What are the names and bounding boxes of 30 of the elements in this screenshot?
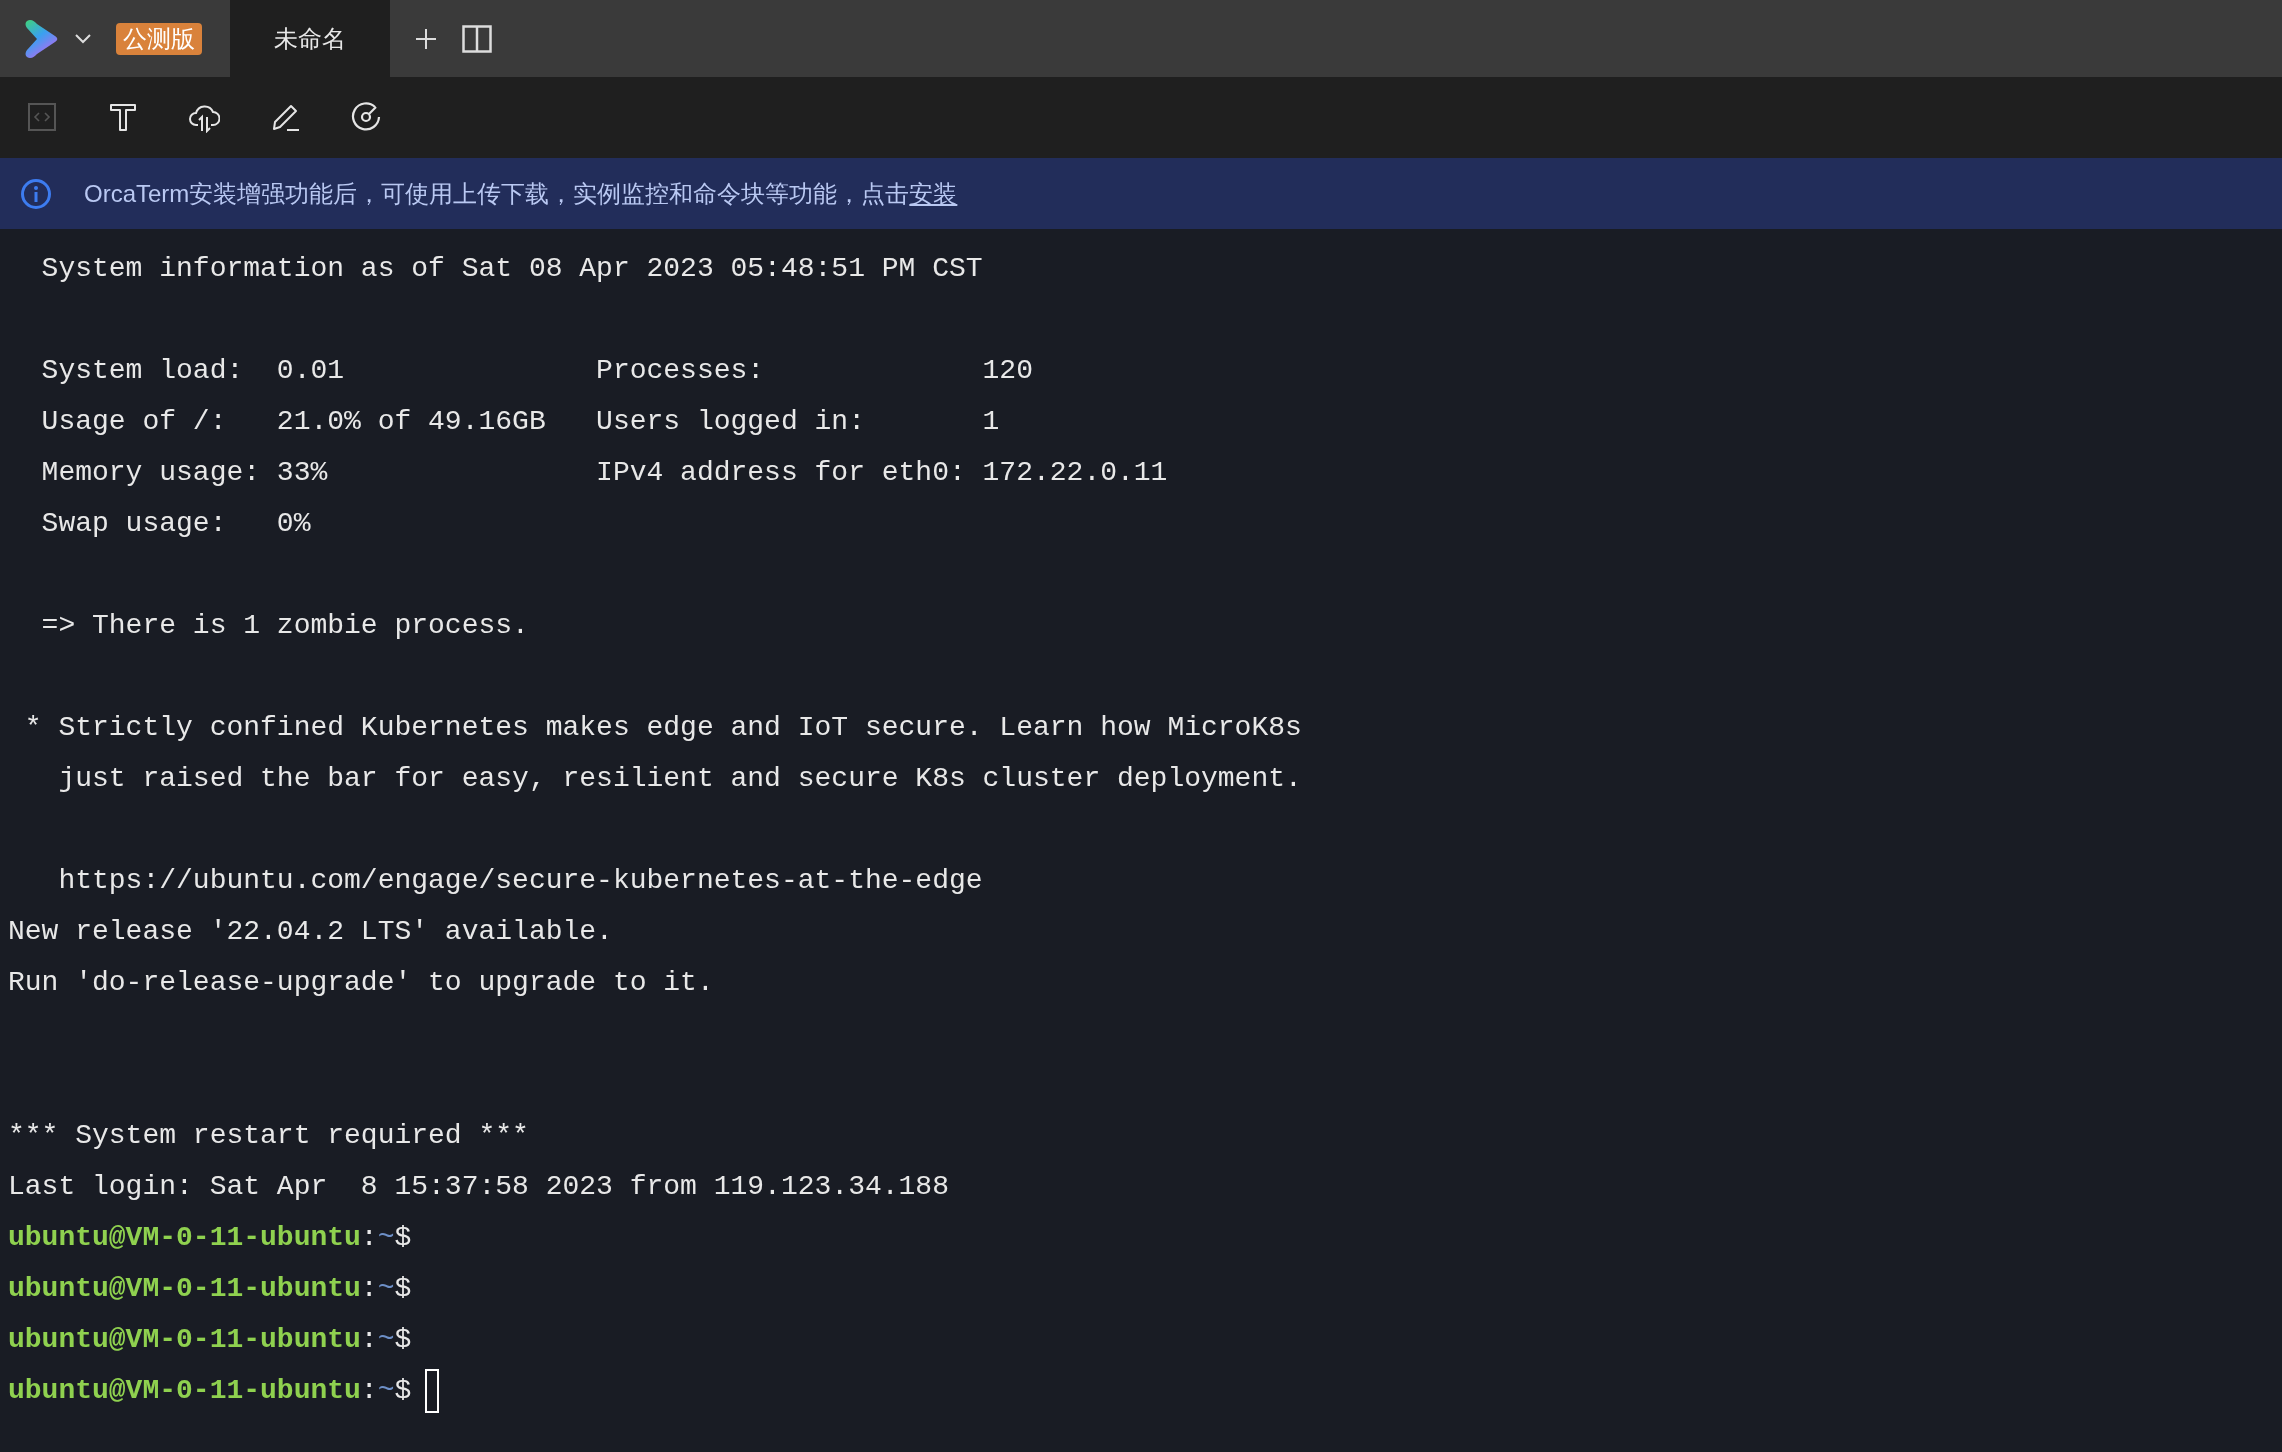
shell-prompt: ubuntu@VM-0-11-ubuntu:~$ xyxy=(8,1221,412,1255)
terminal-line: => There is 1 zombie process. xyxy=(40,609,530,643)
chevron-down-icon[interactable] xyxy=(74,32,92,45)
info-icon xyxy=(20,177,52,210)
beta-badge: 公测版 xyxy=(116,22,202,55)
terminal-line: * Strictly confined Kubernetes makes edge and IoT secure. Learn how MicroK8s xyxy=(23,711,1303,745)
install-link[interactable]: 安装 xyxy=(909,179,958,207)
terminal-line: https://ubuntu.com/engage/secure-kubernetes-at-the-edge xyxy=(57,864,984,898)
terminal-line: System load: 0.01 Processes: 120 xyxy=(40,354,1034,388)
terminal-line: Usage of /: 21.0% of 49.16GB Users logged in: 1 xyxy=(40,405,1001,439)
shell-prompt: ubuntu@VM-0-11-ubuntu:~$ xyxy=(8,1374,412,1408)
cloud-transfer-icon[interactable] xyxy=(189,102,220,133)
split-view-icon[interactable] xyxy=(462,24,492,53)
text-icon[interactable] xyxy=(108,102,139,133)
pencil-icon[interactable] xyxy=(270,102,301,133)
terminal-line: New release '22.04.2 LTS' available. xyxy=(8,915,614,949)
app-logo[interactable] xyxy=(24,17,58,60)
terminal-line: Last login: Sat Apr 8 15:37:58 2023 from 119.123.34.188 xyxy=(8,1170,950,1204)
terminal-line: Memory usage: 33% IPv4 address for eth0: 172.22.0.11 xyxy=(40,456,1169,490)
shell-prompt: ubuntu@VM-0-11-ubuntu:~$ xyxy=(8,1323,412,1357)
terminal-line: *** System restart required *** xyxy=(8,1119,530,1153)
terminal-line: System information as of Sat 08 Apr 2023 05:48:51 PM CST xyxy=(40,252,984,286)
shell-prompt: ubuntu@VM-0-11-ubuntu:~$ xyxy=(8,1272,412,1306)
terminal-line: just raised the bar for easy, resilient and secure K8s cluster deployment. xyxy=(57,762,1303,796)
add-tab-icon[interactable] xyxy=(414,26,438,51)
disc-icon[interactable] xyxy=(351,102,382,133)
install-notice: OrcaTerm安装增强功能后，可使用上传下载，实例监控和命令块等功能，点击安装 xyxy=(84,178,958,209)
terminal-line: Run 'do-release-upgrade' to upgrade to it. xyxy=(8,966,715,1000)
session-tab[interactable]: 未命名 xyxy=(230,0,390,77)
terminal-line: Swap usage: 0% xyxy=(40,507,312,541)
